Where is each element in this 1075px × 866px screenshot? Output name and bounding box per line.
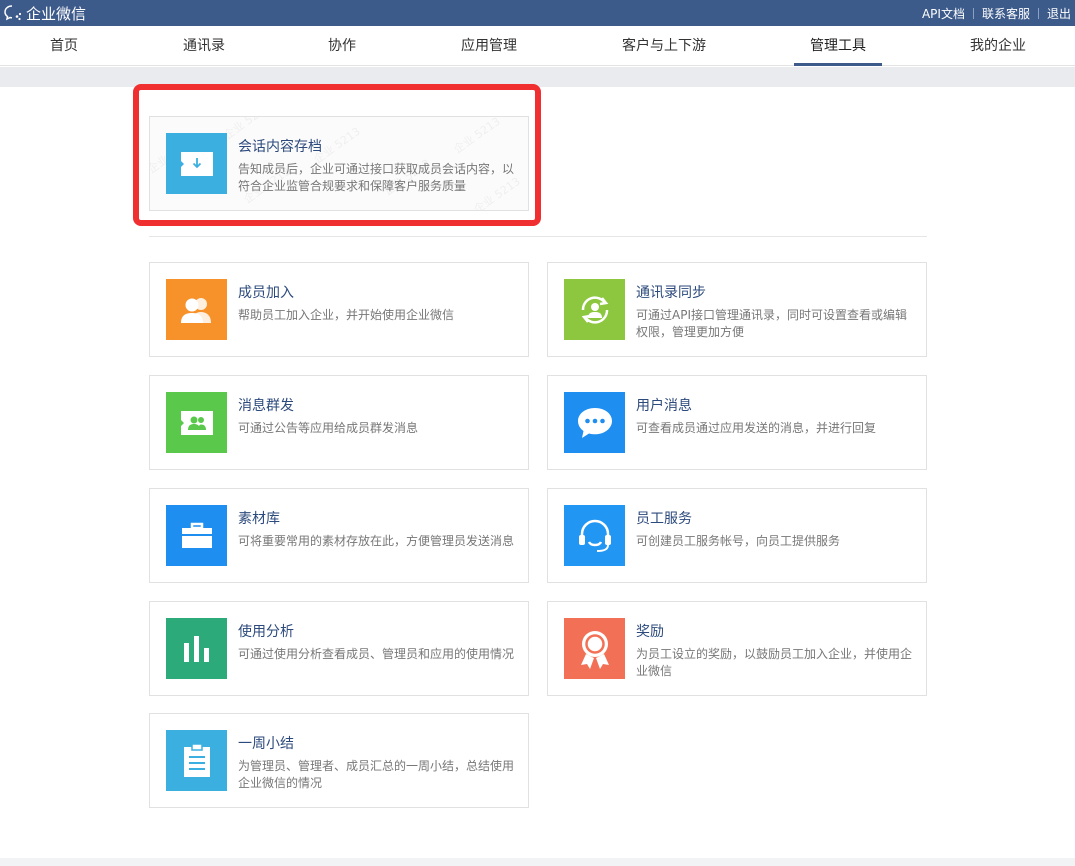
card-description: 可通过公告等应用给成员群发消息: [238, 421, 419, 435]
card-description: 可将重要常用的素材存放在此，方便管理员发送消息: [238, 534, 515, 548]
service-icon: [564, 505, 625, 566]
api-docs-link[interactable]: API文档: [914, 5, 973, 22]
tool-card-rewards[interactable]: 奖励 为员工设立的奖励，以鼓励员工加入企业，并使用企业微信: [547, 601, 927, 696]
archive-icon: [166, 133, 227, 194]
tool-card-user-messages[interactable]: 用户消息 可查看成员通过应用发送的消息，并进行回复: [547, 375, 927, 470]
page-footer-band: [0, 858, 1075, 866]
logout-link[interactable]: 退出: [1039, 5, 1075, 22]
tool-card-material-library[interactable]: 素材库 可将重要常用的素材存放在此，方便管理员发送消息: [149, 488, 529, 583]
card-description: 为员工设立的奖励，以鼓励员工加入企业，并使用企业微信: [636, 647, 913, 678]
nav-app-management[interactable]: 应用管理: [450, 26, 528, 66]
card-title: 用户消息: [636, 398, 692, 414]
main-nav: 首页 通讯录 协作 应用管理 客户与上下游 管理工具 我的企业: [0, 26, 1075, 66]
card-description: 告知成员后，企业可通过接口获取成员会话内容，以符合企业监管合规要求和保障客户服务…: [238, 162, 515, 193]
chat-icon: [564, 392, 625, 453]
tool-card-chat-archive[interactable]: 企业 5213 企业 5213 企业 5213 企业 5213 企业 5213 …: [149, 116, 529, 211]
tool-card-weekly-summary[interactable]: 一周小结 为管理员、管理者、成员汇总的一周小结，总结使用企业微信的情况: [149, 713, 529, 808]
card-title: 一周小结: [238, 736, 294, 752]
top-links: API文档 联系客服 退出: [914, 0, 1075, 26]
nav-my-enterprise[interactable]: 我的企业: [960, 26, 1036, 66]
card-description: 为管理员、管理者、成员汇总的一周小结，总结使用企业微信的情况: [238, 759, 515, 790]
nav-management-tools[interactable]: 管理工具: [794, 26, 882, 66]
card-title: 通讯录同步: [636, 285, 706, 301]
top-bar: 企业微信 API文档 联系客服 退出: [0, 0, 1075, 26]
brand-name: 企业微信: [26, 4, 87, 23]
brand-logo[interactable]: 企业微信: [4, 3, 86, 24]
card-title: 使用分析: [238, 624, 294, 640]
summary-icon: [166, 730, 227, 791]
card-title: 素材库: [238, 511, 280, 527]
award-icon: [564, 618, 625, 679]
tool-card-member-join[interactable]: 成员加入 帮助员工加入企业，并开始使用企业微信: [149, 262, 529, 357]
header-gray-band: [0, 67, 1075, 87]
tool-card-broadcast[interactable]: 消息群发 可通过公告等应用给成员群发消息: [149, 375, 529, 470]
card-title: 奖励: [636, 624, 664, 640]
card-description: 可创建员工服务帐号，向员工提供服务: [636, 534, 841, 548]
contact-support-link[interactable]: 联系客服: [974, 5, 1038, 22]
nav-collaboration[interactable]: 协作: [314, 26, 370, 66]
card-title: 成员加入: [238, 285, 294, 301]
card-title: 员工服务: [636, 511, 692, 527]
tool-card-usage-analysis[interactable]: 使用分析 可通过使用分析查看成员、管理员和应用的使用情况: [149, 601, 529, 696]
card-title: 会话内容存档: [238, 139, 322, 155]
card-description: 可通过API接口管理通讯录，同时可设置查看或编辑权限，管理更加方便: [636, 308, 907, 339]
nav-contacts[interactable]: 通讯录: [172, 26, 236, 66]
material-icon: [166, 505, 227, 566]
card-description: 可通过使用分析查看成员、管理员和应用的使用情况: [238, 647, 515, 661]
card-title: 消息群发: [238, 398, 294, 414]
analytics-icon: [166, 618, 227, 679]
card-description: 帮助员工加入企业，并开始使用企业微信: [238, 308, 455, 322]
section-divider: [149, 236, 927, 237]
nav-home[interactable]: 首页: [34, 26, 94, 66]
broadcast-icon: [166, 392, 227, 453]
wecom-logo-icon: [4, 5, 22, 21]
tool-card-contacts-sync[interactable]: 通讯录同步 可通过API接口管理通讯录，同时可设置查看或编辑权限，管理更加方便: [547, 262, 927, 357]
card-description: 可查看成员通过应用发送的消息，并进行回复: [636, 421, 877, 435]
members-icon: [166, 279, 227, 340]
nav-customers[interactable]: 客户与上下游: [612, 26, 716, 66]
sync-icon: [564, 279, 625, 340]
tool-card-employee-service[interactable]: 员工服务 可创建员工服务帐号，向员工提供服务: [547, 488, 927, 583]
